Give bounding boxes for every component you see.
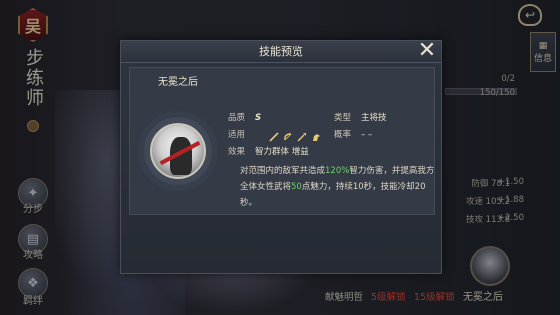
effect-attr: 效果 智力群体 增益 [228,145,309,157]
quality-attr: 品质 S [228,111,261,123]
prob-label: 概率 [334,130,352,140]
spear-icon [297,127,307,142]
bow-icon [283,127,293,141]
prob-attr: 概率 – – [334,128,372,140]
skill-name: 无冕之后 [158,77,198,88]
sword-icon [269,127,279,142]
skill-description: 对范围内的敌军共造成120%智力伤害，并提高我方全体女性武将50点魅力，持续10… [240,163,436,211]
quality-label: 品质 [228,113,246,123]
weapon-icons [269,127,321,142]
fit-label: 适用 [228,130,246,140]
desc-text: 对范围内的敌军共造成 [240,166,326,176]
type-attr: 类型 主将技 [334,111,387,123]
effect-value: 智力群体 增益 [255,147,309,157]
effect-label: 效果 [228,147,246,157]
horse-icon [311,127,321,141]
type-value: 主将技 [361,113,387,123]
prob-value: – – [361,130,373,140]
close-icon: ✕ [417,38,437,63]
desc-number: 50 [291,182,302,192]
fit-attr: 适用 [228,128,245,140]
desc-percent: 120% [325,166,350,176]
close-button[interactable]: ✕ [414,38,440,64]
modal-title: 技能预览 [121,41,441,63]
skill-portrait-icon [150,123,206,179]
skill-detail-box: 无冕之后 品质 S 类型 主将技 适用 概率 – – 效果 智力群体 增益 对范围内的敌… [129,67,435,215]
skill-preview-modal: 技能预览 无冕之后 品质 S 类型 主将技 适用 概率 – – 效果 智力群体 增益 [120,40,442,274]
quality-value: S [255,113,262,123]
type-label: 类型 [334,113,352,123]
